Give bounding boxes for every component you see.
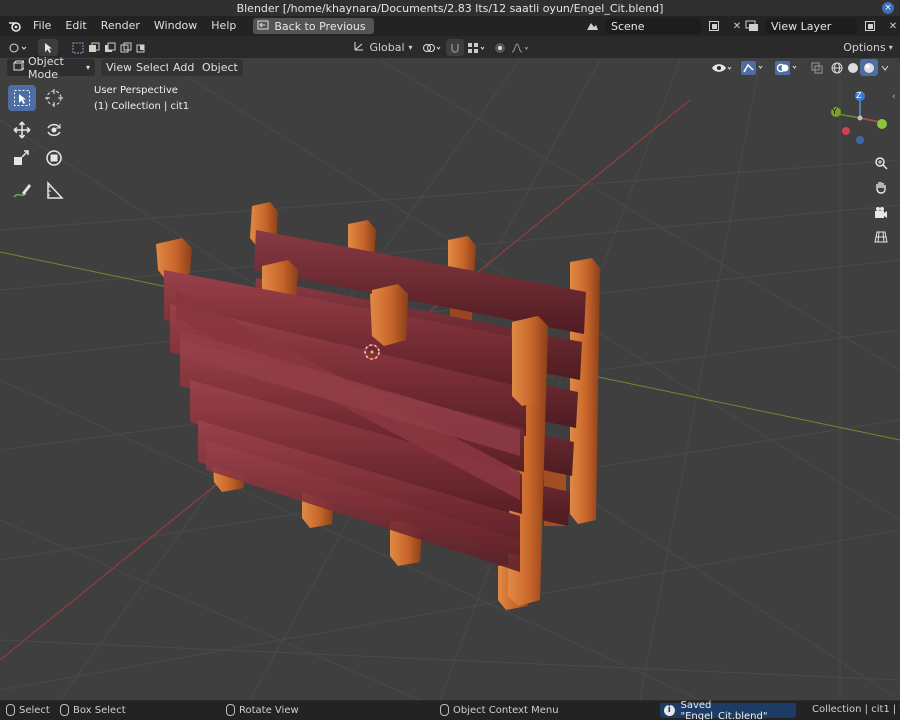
view-layer-field[interactable]: View Layer: [765, 18, 857, 34]
status-scene-info: Collection | cit1 | Vert: [812, 704, 900, 715]
status-context-menu: Object Context Menu: [440, 704, 559, 716]
shading-options-chevron-icon[interactable]: [878, 59, 892, 76]
back-to-previous-label: Back to Previous: [274, 19, 366, 33]
info-icon: i: [664, 705, 675, 716]
back-arrow-icon: [257, 20, 269, 33]
cursor-tool-icon[interactable]: [40, 85, 68, 111]
transform-orientation-dropdown[interactable]: Global ▾: [352, 39, 414, 56]
xray-toggle-icon[interactable]: [808, 59, 826, 76]
menu-file[interactable]: File: [26, 16, 58, 36]
chevron-down-icon: ▾: [408, 43, 413, 52]
pivot-point-icon[interactable]: [420, 39, 444, 56]
gizmo-x-neg-icon[interactable]: [842, 127, 850, 135]
menu-add[interactable]: Add: [168, 59, 200, 76]
mouse-drag-icon: [60, 704, 69, 716]
menu-render[interactable]: Render: [94, 16, 147, 36]
scale-tool-icon[interactable]: [8, 145, 36, 171]
view-layer-selector: View Layer ✕: [742, 18, 900, 34]
front-planks: [164, 270, 530, 572]
remove-view-layer-icon[interactable]: ✕: [883, 18, 900, 34]
tool-header: Global ▾ Options ▾: [0, 36, 900, 58]
view-layer-icon[interactable]: [742, 18, 762, 34]
mouse-left-icon: [6, 704, 15, 716]
camera-view-icon[interactable]: [870, 202, 892, 224]
rotate-tool-icon[interactable]: [40, 117, 68, 143]
orientation-label: Global: [369, 41, 405, 54]
status-box-select-label: Box Select: [73, 704, 126, 716]
shading-material-icon[interactable]: [860, 59, 878, 76]
measure-tool-icon[interactable]: [40, 178, 68, 204]
menu-edit[interactable]: Edit: [58, 16, 93, 36]
saved-label: Saved "Engel_Cit.blend": [680, 699, 768, 720]
status-select-label: Select: [19, 704, 50, 716]
mode-subtract-icon[interactable]: [102, 39, 118, 56]
gizmo-toggle-icon[interactable]: [738, 59, 768, 76]
menu-window[interactable]: Window: [147, 16, 204, 36]
chevron-down-icon: ▾: [888, 43, 893, 52]
gizmo-z-neg-icon[interactable]: [856, 136, 864, 144]
object-mode-icon: [12, 60, 26, 75]
orientation-axes-icon: [353, 40, 365, 55]
visibility-eye-icon[interactable]: [708, 59, 736, 76]
scene-field[interactable]: Scene: [605, 18, 701, 34]
menu-help[interactable]: Help: [204, 16, 243, 36]
mouse-right-icon: [440, 704, 449, 716]
overlays-toggle-icon[interactable]: [772, 59, 802, 76]
window-title: Blender [/home/khaynara/Documents/2.83 l…: [236, 1, 664, 15]
proportional-edit-icon[interactable]: [492, 39, 508, 56]
back-to-previous-button[interactable]: Back to Previous: [253, 18, 374, 34]
ortho-grid-icon[interactable]: [870, 226, 892, 248]
select-tool-icon[interactable]: [38, 39, 58, 56]
pan-view-hand-icon[interactable]: [870, 176, 892, 198]
chevron-down-icon: ▾: [85, 63, 90, 72]
collection-label: (1) Collection | cit1: [94, 101, 190, 112]
3d-viewport[interactable]: User Perspective (1) Collection | cit1 Z…: [0, 58, 900, 700]
options-label: Options: [843, 41, 886, 54]
object-mode-dropdown[interactable]: Object Mode ▾: [7, 55, 95, 81]
saved-notification: i Saved "Engel_Cit.blend": [660, 699, 796, 720]
status-box-select: Box Select: [60, 704, 126, 716]
blender-logo-icon[interactable]: [4, 16, 26, 36]
status-bar: Select Box Select Rotate View Object Con…: [0, 699, 900, 720]
new-scene-icon[interactable]: [704, 18, 724, 34]
mode-difference-icon[interactable]: [118, 39, 134, 56]
scene-icon[interactable]: [582, 18, 602, 34]
move-tool-icon[interactable]: [8, 117, 36, 143]
view-perspective-label: User Perspective: [94, 85, 178, 96]
status-select: Select: [6, 704, 50, 716]
sidebar-toggle-icon[interactable]: ‹: [892, 92, 896, 102]
mouse-middle-icon: [226, 704, 235, 716]
status-rotate-view-label: Rotate View: [239, 704, 299, 716]
snap-target-icon[interactable]: [466, 39, 488, 56]
new-view-layer-icon[interactable]: [860, 18, 880, 34]
status-context-menu-label: Object Context Menu: [453, 704, 559, 716]
gizmo-z-label: Z: [856, 91, 862, 100]
mode-intersect-icon[interactable]: [134, 39, 150, 56]
top-menubar: File Edit Render Window Help Back to Pre…: [0, 16, 900, 36]
gizmo-y-label: Y: [832, 107, 837, 116]
zoom-view-icon[interactable]: [870, 152, 892, 174]
snap-icon[interactable]: [446, 39, 464, 56]
falloff-icon[interactable]: [510, 39, 532, 56]
menu-object[interactable]: Object: [197, 59, 243, 76]
mode-extend-icon[interactable]: [86, 39, 102, 56]
select-box-tool-icon[interactable]: [8, 85, 36, 111]
options-dropdown[interactable]: Options ▾: [842, 39, 894, 56]
editor-type-icon[interactable]: [6, 39, 30, 56]
transform-tool-icon[interactable]: [40, 145, 68, 171]
annotate-tool-icon[interactable]: [8, 178, 36, 204]
close-icon[interactable]: ×: [882, 2, 894, 14]
viewport-header: Object Mode ▾ View Select Add Object: [0, 55, 900, 81]
object-mode-label: Object Mode: [28, 54, 64, 81]
viewport-scene[interactable]: [0, 58, 900, 700]
window-titlebar: Blender [/home/khaynara/Documents/2.83 l…: [0, 0, 900, 16]
mode-new-icon[interactable]: [70, 39, 86, 56]
scene-selector: Scene ✕: [582, 18, 747, 34]
gizmo-y-neg-icon[interactable]: [877, 119, 887, 129]
status-rotate-view: Rotate View: [226, 704, 299, 716]
